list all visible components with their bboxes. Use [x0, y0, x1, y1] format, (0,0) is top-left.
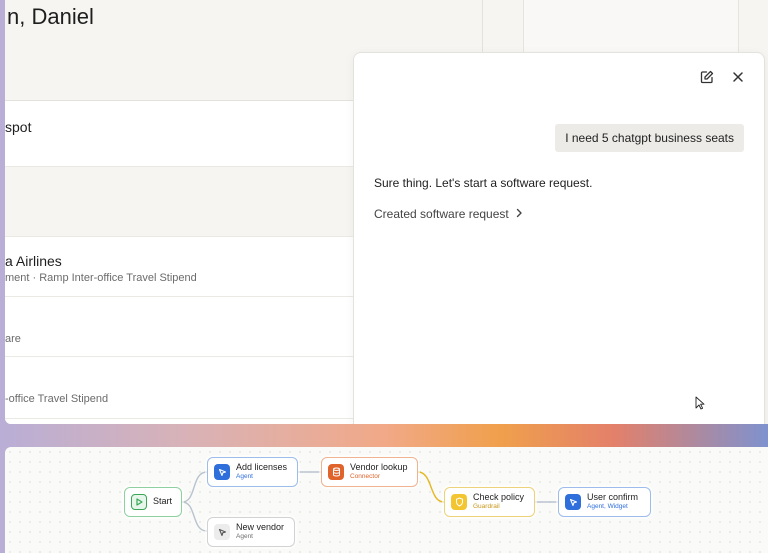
assistant-message: Sure thing. Let's start a software reque… [374, 176, 593, 190]
edge-start-new-vendor [181, 501, 208, 532]
flow-node-new-vendor[interactable]: New vendor Agent [207, 517, 295, 547]
flow-node-label: Start [153, 496, 173, 507]
summary-card [523, 0, 739, 52]
shield-icon [451, 494, 467, 510]
database-icon [328, 464, 344, 480]
list-item-title: spot [5, 119, 32, 135]
edge-start-add-licenses [181, 471, 208, 503]
list-item-subtitle: ment · Ramp Inter-office Travel Stipend [5, 272, 197, 284]
close-icon[interactable] [728, 67, 748, 87]
flow-node-label: Vendor lookup [350, 462, 408, 473]
agent-icon [214, 464, 230, 480]
play-icon [131, 494, 147, 510]
page-heading: n, Daniel [7, 4, 94, 29]
list-item[interactable]: -office Travel Stipend [5, 357, 365, 419]
agent-icon [565, 494, 581, 510]
flow-node-type: Agent [236, 472, 253, 480]
request-list: spot a Airlines ment · Ramp Inter-office… [5, 100, 365, 424]
user-message: I need 5 chatgpt business seats [555, 124, 744, 152]
list-item[interactable]: a Airlines ment · Ramp Inter-office Trav… [5, 237, 365, 297]
list-item[interactable]: spot [5, 101, 365, 167]
flow-node-label: User confirm [587, 492, 639, 503]
flow-node-type: Agent [236, 532, 253, 540]
flow-node-label: Check policy [473, 492, 525, 503]
workflow-canvas[interactable]: Start Add licenses Agent New vendor Agen… [5, 447, 768, 553]
flow-node-label: New vendor [236, 522, 285, 533]
edge-vendor-policy [417, 471, 445, 503]
list-item-subtitle: -office Travel Stipend [5, 393, 109, 405]
flow-node-vendor-lookup[interactable]: Vendor lookup Connector [321, 457, 418, 487]
flow-node-start[interactable]: Start [124, 487, 182, 517]
created-request-label: Created software request [374, 207, 509, 221]
created-request-link[interactable]: Created software request [374, 207, 523, 221]
flow-node-label: Add licenses [236, 462, 288, 473]
list-item-subtitle: are [5, 333, 21, 345]
flow-node-type: Connector [350, 472, 380, 480]
edit-icon[interactable] [697, 67, 717, 87]
flow-node-type: Guardrail [473, 502, 500, 510]
chevron-right-icon [515, 207, 523, 221]
list-item[interactable]: are [5, 297, 365, 357]
agent-icon [214, 524, 230, 540]
chat-panel: I need 5 chatgpt business seats Sure thi… [353, 52, 765, 424]
flow-node-check-policy[interactable]: Check policy Guardrail [444, 487, 535, 517]
list-item[interactable] [5, 167, 365, 237]
flow-node-user-confirm[interactable]: User confirm Agent, Widget [558, 487, 651, 517]
flow-node-add-licenses[interactable]: Add licenses Agent [207, 457, 298, 487]
app-window: n, Daniel spot a Airlines ment · Ramp In… [5, 0, 768, 424]
list-item-title: a Airlines [5, 253, 62, 269]
column-divider [482, 0, 483, 52]
mouse-cursor-icon [695, 396, 705, 415]
flow-node-type: Agent, Widget [587, 502, 628, 510]
